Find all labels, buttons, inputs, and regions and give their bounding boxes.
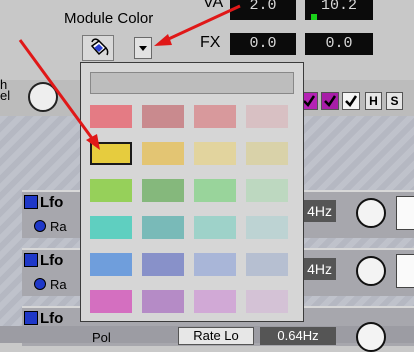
annotation-arrows (18, 4, 241, 150)
arrow-to-dropdown (154, 4, 241, 46)
arrow-to-swatch (18, 39, 100, 150)
